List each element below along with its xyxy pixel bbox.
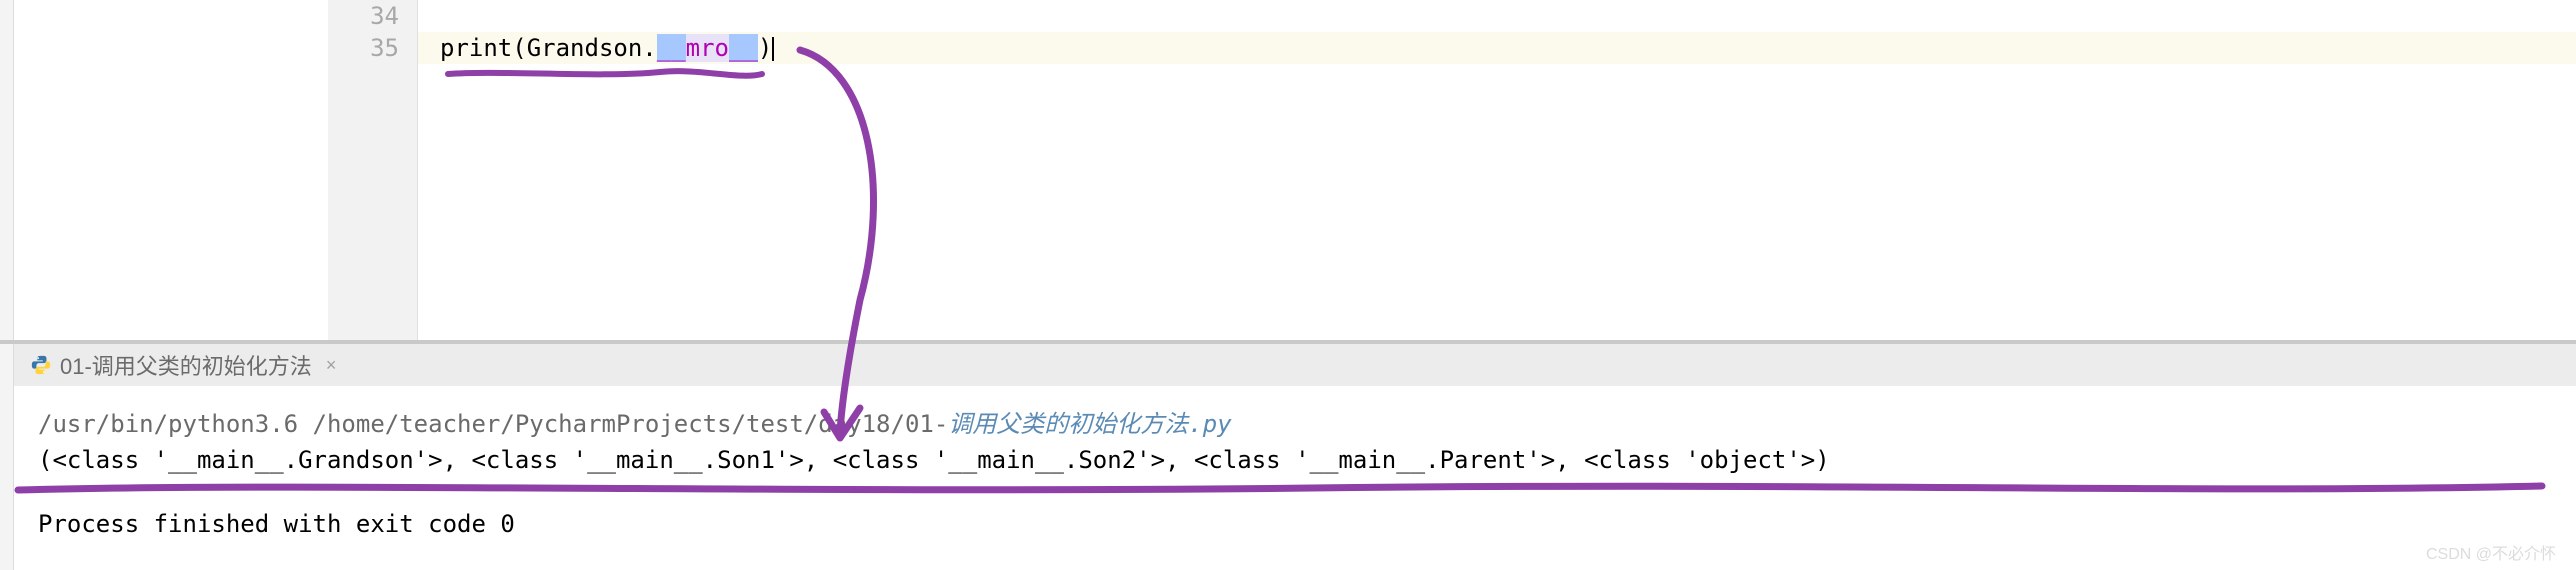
console-command-line: /usr/bin/python3.6 /home/teacher/Pycharm… [38,406,2576,442]
console-output-line: (<class '__main__.Grandson'>, <class '__… [38,442,2576,478]
run-tab[interactable]: 01-调用父类的初始化方法 × [22,346,350,384]
token-call: print [440,34,512,62]
token-dot: . [642,34,656,62]
run-console[interactable]: /usr/bin/python3.6 /home/teacher/Pycharm… [14,386,2576,570]
code-editor[interactable]: 34 35 print(Grandson.__mro__) [328,0,2576,340]
code-body[interactable]: print(Grandson.__mro__) [418,0,2576,340]
command-ext: .py [1188,410,1231,438]
watermark: CSDN @不必介怀 [2426,540,2556,564]
line-number: 34 [328,0,417,32]
close-icon[interactable]: × [326,355,337,376]
command-path: /usr/bin/python3.6 /home/teacher/Pycharm… [38,410,948,438]
left-gutter-strip [0,0,14,340]
left-gutter-strip-lower [0,344,14,570]
line-number: 35 [328,32,417,64]
console-exit-line: Process finished with exit code 0 [38,506,2576,542]
run-tab-label: 01-调用父类的初始化方法 [60,349,312,381]
token-magic: __ [729,34,758,62]
token-magic: mro [686,34,729,62]
run-tool-tab-bar: 01-调用父类的初始化方法 × [14,344,2576,386]
python-file-icon [30,354,52,376]
token-paren: ( [512,34,526,62]
code-line-35[interactable]: print(Grandson.__mro__) [418,32,2576,64]
caret-icon [772,37,774,61]
line-gutter: 34 35 [328,0,418,340]
token-magic: __ [657,34,686,62]
token-name: Grandson [527,34,643,62]
command-path-cn: 调用父类的初始化方法 [948,410,1188,438]
token-paren: ) [758,34,772,62]
code-line-34[interactable] [418,0,2576,32]
